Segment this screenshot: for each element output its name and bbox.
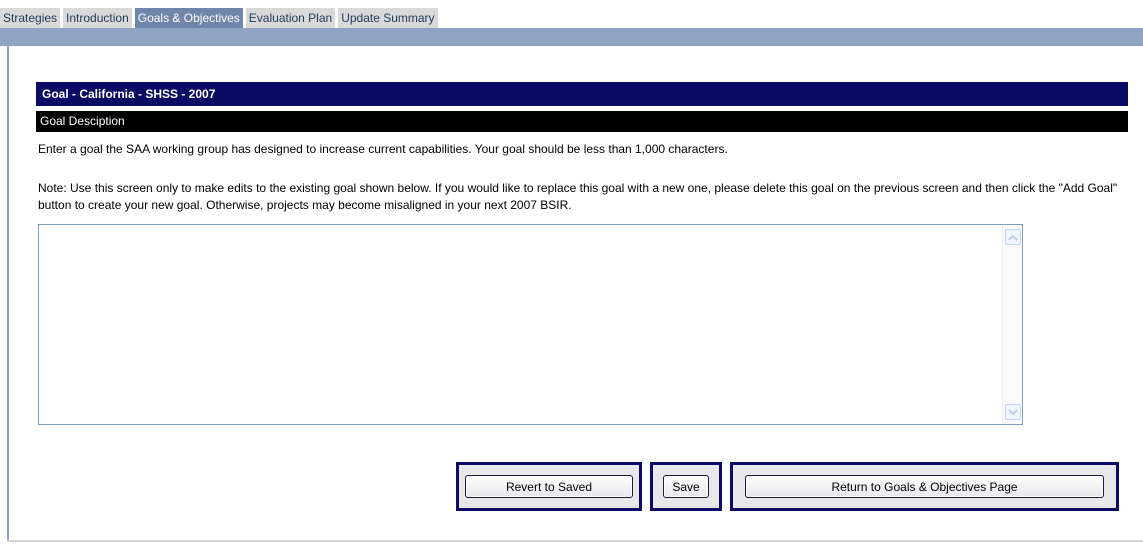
revert-button-frame: Revert to Saved (456, 462, 642, 511)
tab-introduction[interactable]: Introduction (63, 8, 132, 28)
content-frame-left-border (7, 46, 9, 541)
tab-evaluation-plan[interactable]: Evaluation Plan (245, 8, 336, 28)
goal-description-field (38, 224, 1023, 425)
tab-strategies[interactable]: Strategies (0, 8, 61, 28)
revert-to-saved-button[interactable]: Revert to Saved (465, 475, 633, 498)
chevron-down-icon (1008, 408, 1018, 416)
goal-header: Goal - California - SHSS - 2007 (36, 82, 1128, 106)
scroll-up-button[interactable] (1005, 229, 1021, 245)
goal-edit-note: Note: Use this screen only to make edits… (38, 181, 1118, 212)
tab-goals-objectives[interactable]: Goals & Objectives (134, 8, 243, 28)
return-button-frame: Return to Goals & Objectives Page (730, 462, 1119, 511)
header-band (0, 28, 1143, 46)
save-button-frame: Save (650, 462, 722, 511)
goal-instructions: Enter a goal the SAA working group has d… (38, 142, 728, 156)
chevron-up-icon (1008, 234, 1018, 241)
textarea-scrollbar[interactable] (1002, 225, 1022, 424)
save-button[interactable]: Save (663, 475, 709, 498)
tab-update-summary[interactable]: Update Summary (338, 8, 438, 28)
goal-description-textarea[interactable] (39, 225, 1002, 424)
content-frame-bottom-border (7, 540, 1143, 542)
scroll-down-button[interactable] (1005, 404, 1021, 420)
goal-description-label: Goal Desciption (36, 111, 1128, 132)
tab-bar: Strategies Introduction Goals & Objectiv… (0, 8, 441, 28)
return-to-goals-objectives-button[interactable]: Return to Goals & Objectives Page (745, 475, 1104, 498)
